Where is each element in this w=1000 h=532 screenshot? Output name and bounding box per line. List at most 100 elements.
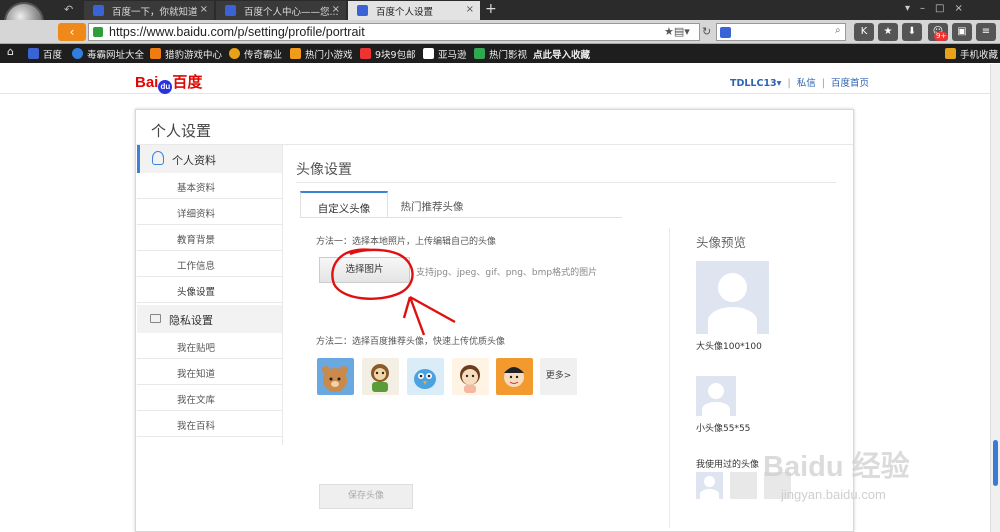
boy-avatar-icon <box>504 367 524 387</box>
save-avatar-button[interactable]: 保存头像 <box>319 484 413 509</box>
sidebar-item-education[interactable]: 教育背景 <box>137 225 282 251</box>
search-input[interactable] <box>716 23 846 41</box>
large-avatar-preview <box>696 261 769 334</box>
settings-sidebar: 个人资料 基本资料 详细资料 教育背景 工作信息 头像设置 隐私设置 我在贴吧 … <box>137 145 282 445</box>
sidebar-item-detail[interactable]: 详细资料 <box>137 199 282 225</box>
baidu-home-link[interactable]: 百度首页 <box>831 78 869 89</box>
window-controls[interactable]: ▾–□× <box>905 3 973 14</box>
used-avatar-2[interactable] <box>730 472 757 499</box>
close-icon[interactable]: × <box>466 4 474 15</box>
sidebar-item-zhidao[interactable]: 我在知道 <box>137 359 282 385</box>
recommended-avatar-bird[interactable] <box>407 358 444 395</box>
sidebar-item-baike[interactable]: 我在百科 <box>137 411 282 437</box>
section-divider <box>296 182 836 183</box>
small-avatar-preview <box>696 376 736 416</box>
download-icon[interactable]: ⬇ <box>902 23 922 41</box>
messages-link[interactable]: 私信 <box>797 78 816 89</box>
bear-avatar-icon <box>322 366 348 392</box>
bookmark-import[interactable]: 点此导入收藏 <box>533 47 590 61</box>
tab-baidu-home[interactable]: 百度一下，你就知道 × <box>84 1 214 20</box>
settings-panel: 个人设置 个人资料 基本资料 详细资料 教育背景 工作信息 头像设置 隐私设置 … <box>135 109 854 532</box>
bookmark-baidu[interactable]: 百度 <box>28 47 62 61</box>
preview-divider <box>669 228 670 528</box>
avatar-placeholder-body <box>702 402 730 416</box>
used-avatars-label: 我使用过的头像 <box>696 460 760 470</box>
sidebar-item-avatar[interactable]: 头像设置 <box>137 277 282 303</box>
more-avatars-button[interactable]: 更多> <box>540 358 577 395</box>
bookmark-amazon[interactable]: 亚马逊 <box>423 47 467 61</box>
home-icon[interactable]: ⌂ <box>7 45 14 58</box>
lock-icon[interactable]: ▣ <box>952 23 972 41</box>
tab-label: 百度个人设置 <box>376 7 434 18</box>
supported-formats-text: 支持jpg、jpeg、gif、png、bmp格式的图片 <box>416 268 598 278</box>
search-engine-icon[interactable] <box>720 27 731 38</box>
small-avatar-label: 小头像55*55 <box>696 424 751 434</box>
sidebar-header-profile[interactable]: 个人资料 <box>137 145 282 173</box>
page-scrollbar[interactable] <box>990 64 1000 532</box>
close-icon[interactable]: × <box>200 4 208 15</box>
watermark-url: jingyan.baidu.com <box>781 487 886 502</box>
reload-tab-icon[interactable]: ↶ <box>64 3 73 16</box>
address-toolbar: ‹ https://www.baidu.com/p/setting/profil… <box>0 20 1000 44</box>
scrollbar-thumb[interactable] <box>993 440 998 486</box>
avatar-placeholder-icon <box>708 383 724 399</box>
recommended-avatar-bear[interactable] <box>317 358 354 395</box>
avatar-placeholder-icon <box>704 476 715 487</box>
girl-avatar-icon <box>460 365 480 393</box>
baidu-jingyan-watermark: Baidu 经验 <box>763 451 910 483</box>
sidebar-header-privacy[interactable]: 隐私设置 <box>137 305 282 333</box>
sidebar-item-work[interactable]: 工作信息 <box>137 251 282 277</box>
bookmark-movies[interactable]: 热门影视 <box>474 47 527 61</box>
username-link[interactable]: TDLLC13▾ <box>730 78 781 89</box>
address-input[interactable]: https://www.baidu.com/p/setting/profile/… <box>88 23 700 41</box>
separator: | <box>821 78 825 89</box>
bookmark-duba[interactable]: 毒霸网址大全 <box>72 47 144 61</box>
9kuai9-icon <box>360 48 371 59</box>
favorite-star-icon[interactable]: ★▤▾ <box>664 25 690 38</box>
bookmark-liebao-games[interactable]: 猎豹游戏中心 <box>150 47 222 61</box>
sidebar-item-basic[interactable]: 基本资料 <box>137 173 282 199</box>
bookmark-chuanqi[interactable]: 传奇霸业 <box>229 47 282 61</box>
url-text: https://www.baidu.com/p/setting/profile/… <box>109 25 365 39</box>
menu-icon[interactable]: ≡ <box>976 23 996 41</box>
mobile-bookmarks[interactable]: 手机收藏 <box>945 47 998 61</box>
avatar-placeholder-icon <box>718 273 747 302</box>
recommended-avatar-boy[interactable] <box>496 358 533 395</box>
baidu-logo[interactable]: Bai du 百度 <box>135 71 202 94</box>
avatar-placeholder-body <box>708 307 757 334</box>
baidu-paw-icon <box>225 5 236 16</box>
folder-icon <box>945 48 956 59</box>
recommended-avatar-girl[interactable] <box>452 358 489 395</box>
mini-games-icon <box>290 48 301 59</box>
tab-recommended-avatar[interactable]: 热门推荐头像 <box>388 191 476 218</box>
sidebar-item-tieba[interactable]: 我在贴吧 <box>137 333 282 359</box>
choose-image-button[interactable]: 选择图片 <box>319 257 410 283</box>
avatar-placeholder-body <box>700 489 719 499</box>
page-title: 个人设置 <box>151 122 212 140</box>
refresh-icon[interactable]: ↻ <box>702 25 711 38</box>
sidebar-item-wenku[interactable]: 我在文库 <box>137 385 282 411</box>
bookmark-9kuai9[interactable]: 9块9包邮 <box>360 47 416 61</box>
baidu-paw-icon <box>357 5 368 16</box>
browser-tab-bar: ↶ 百度一下，你就知道 × 百度个人中心——您... × 百度个人设置 × + … <box>0 0 1000 20</box>
baidu-paw-icon <box>28 48 39 59</box>
user-icon <box>152 151 164 165</box>
bookmark-mini-games[interactable]: 热门小游戏 <box>290 47 353 61</box>
sidebar-divider <box>282 145 283 445</box>
recommended-avatar-monkey[interactable] <box>362 358 399 395</box>
tab-personal-settings[interactable]: 百度个人设置 × <box>348 1 480 20</box>
back-button[interactable]: ‹ <box>58 23 86 41</box>
paw-icon: du <box>158 80 173 94</box>
used-avatar-1[interactable] <box>696 472 723 499</box>
k-extension-icon[interactable]: K <box>854 23 874 41</box>
bookmarks-bar: ⌂ 百度 毒霸网址大全 猎豹游戏中心 传奇霸业 热门小游戏 9块9包邮 亚马逊 … <box>0 44 1000 63</box>
close-icon[interactable]: × <box>332 4 340 15</box>
search-icon[interactable]: ⌕ <box>835 25 841 36</box>
tab-custom-avatar[interactable]: 自定义头像 <box>300 191 388 218</box>
bookmark-star-icon[interactable]: ★ <box>878 23 898 41</box>
new-tab-button[interactable]: + <box>485 1 497 17</box>
tab-personal-center[interactable]: 百度个人中心——您... × <box>216 1 346 20</box>
preview-title: 头像预览 <box>696 235 747 250</box>
game-icon[interactable]: ☺ 9+ <box>928 23 949 41</box>
method-two-label: 方法二：选择百度推荐头像，快速上传优质头像 <box>316 337 506 347</box>
